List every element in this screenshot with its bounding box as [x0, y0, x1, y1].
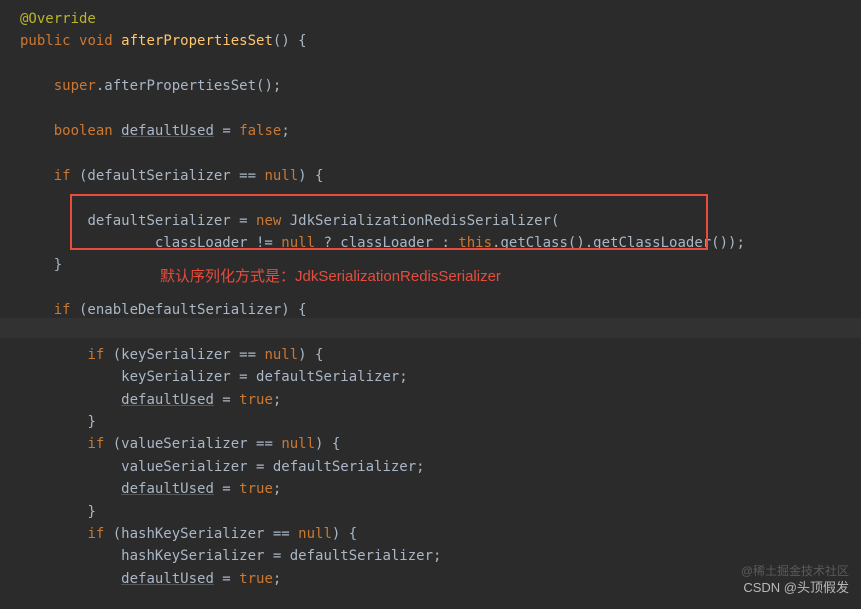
- code-line: classLoader != null ? classLoader : this…: [20, 232, 861, 254]
- keyword: boolean: [54, 123, 113, 139]
- keyword: if: [87, 347, 104, 363]
- class-name: JdkSerializationRedisSerializer(: [281, 213, 559, 229]
- keyword: null: [281, 235, 315, 251]
- code-line: boolean defaultUsed = false;: [20, 120, 861, 142]
- code-text: (keySerializer ==: [104, 347, 264, 363]
- code-text: (defaultSerializer ==: [71, 168, 265, 184]
- code-line: }: [20, 411, 861, 433]
- code-line: defaultUsed = true;: [20, 389, 861, 411]
- code-line: if (hashKeySerializer == null) {: [20, 523, 861, 545]
- code-text: hashKeySerializer = defaultSerializer;: [121, 548, 441, 564]
- variable: defaultUsed: [121, 123, 214, 139]
- code-line: defaultSerializer = new JdkSerialization…: [20, 210, 861, 232]
- code-text: =: [214, 392, 239, 408]
- keyword: null: [264, 168, 298, 184]
- keyword: false: [239, 123, 281, 139]
- code-line: if (enableDefaultSerializer) {: [20, 299, 861, 321]
- variable: defaultUsed: [121, 571, 214, 587]
- code-line: public void afterPropertiesSet() {: [20, 30, 861, 52]
- code-text: }: [87, 504, 95, 520]
- variable: defaultUsed: [121, 392, 214, 408]
- code-text: =: [214, 571, 239, 587]
- blank-line: [20, 187, 861, 209]
- keyword: this: [458, 235, 492, 251]
- keyword: true: [239, 392, 273, 408]
- code-text: ) {: [332, 526, 357, 542]
- keyword: void: [79, 33, 113, 49]
- code-text: () {: [273, 33, 307, 49]
- code-text: (hashKeySerializer ==: [104, 526, 298, 542]
- method-name: afterPropertiesSet: [121, 33, 273, 49]
- code-text: =: [214, 481, 239, 497]
- code-block: @Override public void afterPropertiesSet…: [20, 8, 861, 590]
- code-text: (valueSerializer ==: [104, 436, 281, 452]
- code-text: defaultSerializer =: [87, 213, 256, 229]
- code-text: .afterPropertiesSet();: [96, 78, 281, 94]
- code-text: ;: [273, 571, 281, 587]
- code-text: .getClass().getClassLoader());: [492, 235, 745, 251]
- code-text: ) {: [315, 436, 340, 452]
- code-text: =: [214, 123, 239, 139]
- annotation-label: 默认序列化方式是：JdkSerializationRedisSerializer: [160, 265, 501, 289]
- code-line: defaultUsed = true;: [20, 568, 861, 590]
- code-line: @Override: [20, 8, 861, 30]
- code-line: if (keySerializer == null) {: [20, 344, 861, 366]
- code-text: ;: [281, 123, 289, 139]
- code-line: defaultUsed = true;: [20, 478, 861, 500]
- keyword: new: [256, 213, 281, 229]
- code-line: valueSerializer = defaultSerializer;: [20, 456, 861, 478]
- keyword: if: [54, 168, 71, 184]
- annotation-text: @Override: [20, 11, 96, 27]
- watermark-csdn: CSDN @头顶假发: [743, 578, 849, 599]
- keyword: null: [264, 347, 298, 363]
- keyword: if: [54, 302, 71, 318]
- keyword: if: [87, 436, 104, 452]
- code-text: }: [54, 257, 62, 273]
- code-text: ;: [273, 392, 281, 408]
- keyword: if: [87, 526, 104, 542]
- code-text: classLoader !=: [155, 235, 281, 251]
- keyword: super: [54, 78, 96, 94]
- code-text: keySerializer = defaultSerializer;: [121, 369, 408, 385]
- variable: defaultUsed: [121, 481, 214, 497]
- code-line: if (valueSerializer == null) {: [20, 433, 861, 455]
- code-text: ? classLoader :: [315, 235, 458, 251]
- code-text: valueSerializer = defaultSerializer;: [121, 459, 424, 475]
- blank-line: [20, 321, 861, 343]
- code-line: keySerializer = defaultSerializer;: [20, 366, 861, 388]
- code-text: (enableDefaultSerializer) {: [71, 302, 307, 318]
- code-text: }: [87, 414, 95, 430]
- blank-line: [20, 142, 861, 164]
- code-line: hashKeySerializer = defaultSerializer;: [20, 545, 861, 567]
- keyword: true: [239, 481, 273, 497]
- blank-line: [20, 98, 861, 120]
- keyword: true: [239, 571, 273, 587]
- code-line: super.afterPropertiesSet();: [20, 75, 861, 97]
- keyword: public: [20, 33, 71, 49]
- keyword: null: [281, 436, 315, 452]
- code-text: ) {: [298, 347, 323, 363]
- code-line: if (defaultSerializer == null) {: [20, 165, 861, 187]
- code-line: }: [20, 501, 861, 523]
- keyword: null: [298, 526, 332, 542]
- code-text: ) {: [298, 168, 323, 184]
- code-text: ;: [273, 481, 281, 497]
- blank-line: [20, 53, 861, 75]
